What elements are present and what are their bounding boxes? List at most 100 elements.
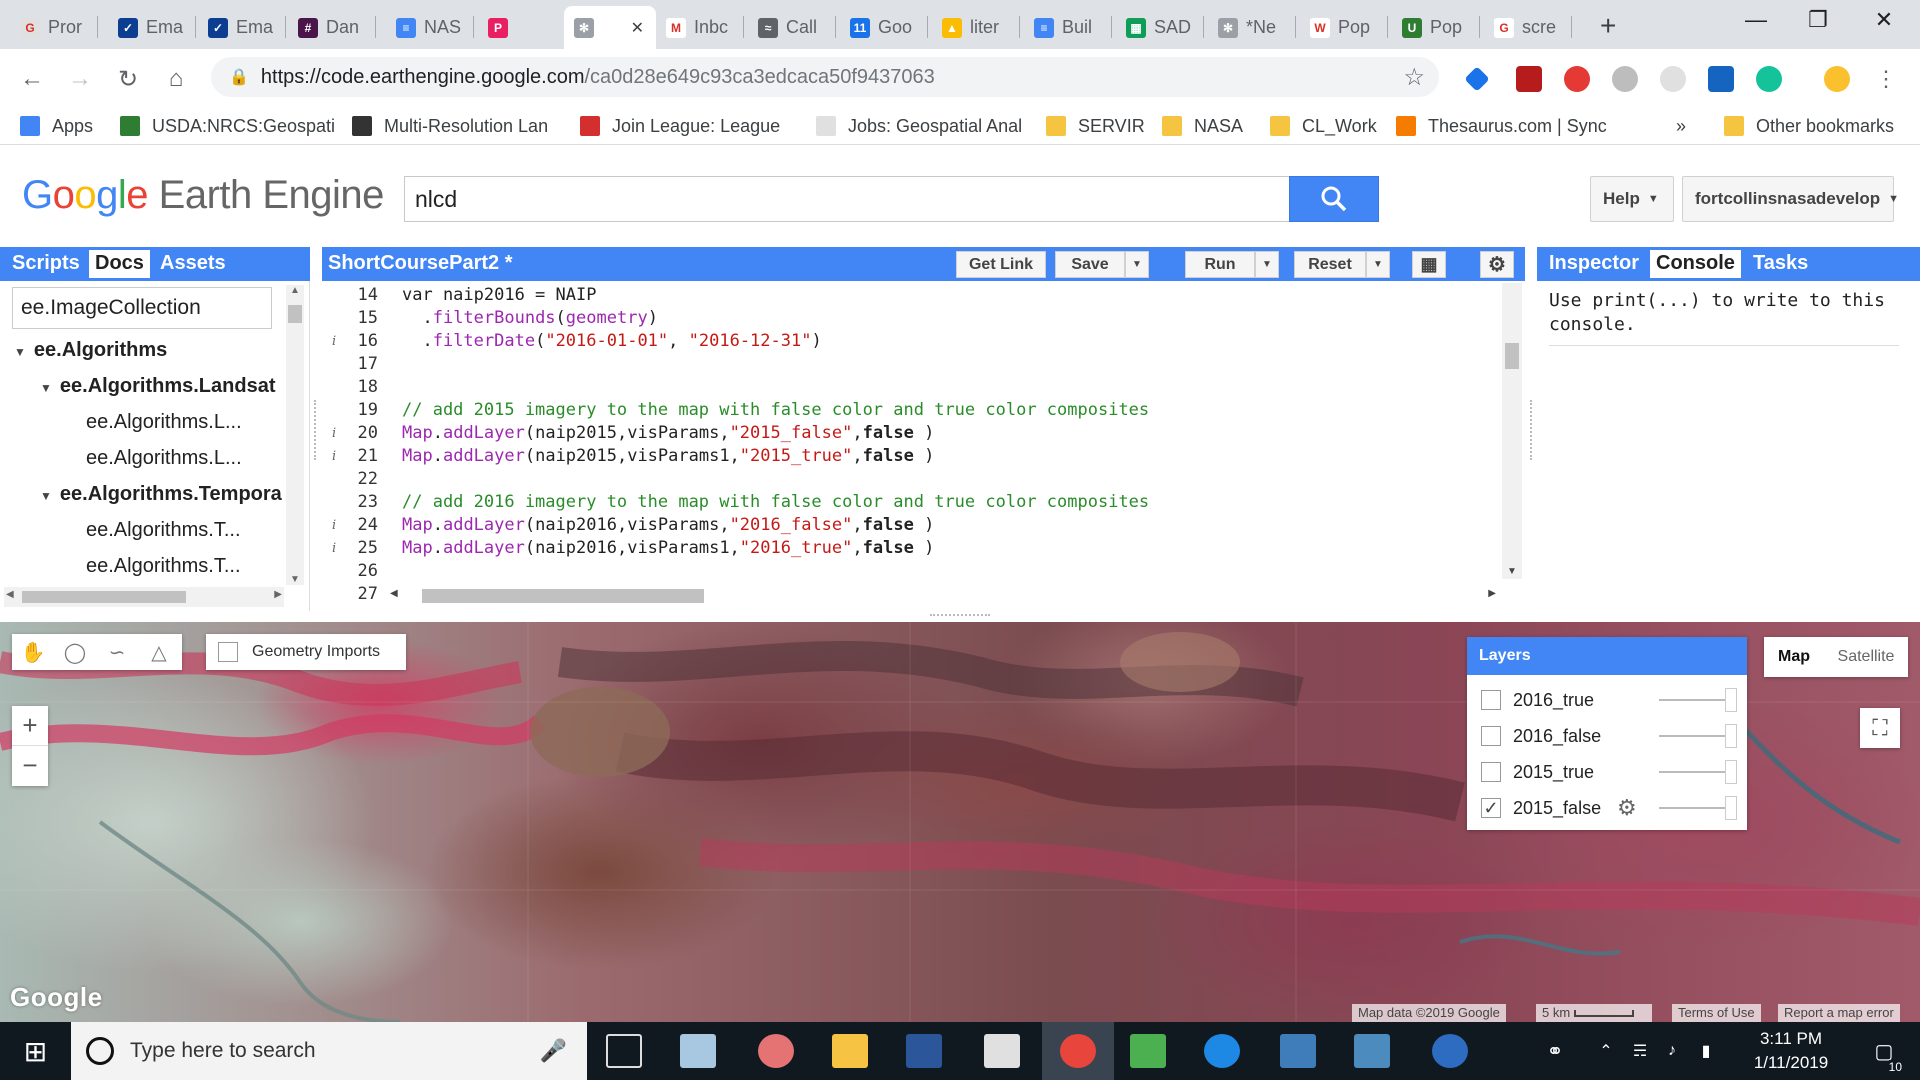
- marker-icon[interactable]: ◯: [54, 640, 96, 665]
- reset-dropdown-icon[interactable]: ▼: [1366, 251, 1390, 278]
- browser-tab[interactable]: Gscre: [1484, 6, 1572, 49]
- tab-console[interactable]: Console: [1650, 250, 1741, 278]
- browser-tab[interactable]: ✓ Ema: [198, 6, 286, 49]
- line-tool-icon[interactable]: ∽: [96, 640, 138, 665]
- browser-tab[interactable]: ▦ SAD: [1116, 6, 1204, 49]
- code-line[interactable]: Map.addLayer(naip2015,visParams,"2015_fa…: [402, 423, 934, 443]
- people-icon[interactable]: ⚭: [1540, 1022, 1570, 1080]
- app-icon[interactable]: [680, 1034, 716, 1068]
- run-button[interactable]: Run: [1185, 251, 1255, 278]
- docs-tree-item[interactable]: ▼ ee.Algorithms: [14, 339, 167, 362]
- hand-pan-icon[interactable]: ✋: [12, 640, 54, 665]
- browser-tab[interactable]: W Pop: [1300, 6, 1388, 49]
- extension-icon[interactable]: [1464, 66, 1490, 92]
- expand-arrow-icon[interactable]: ▼: [40, 489, 52, 503]
- bookmark-item[interactable]: CL_Work: [1270, 114, 1377, 138]
- layer-checkbox[interactable]: [1481, 690, 1501, 710]
- polygon-tool-icon[interactable]: △: [138, 640, 180, 665]
- close-tab-icon[interactable]: ✕: [631, 18, 644, 38]
- windows-start-icon[interactable]: ⊞: [0, 1022, 71, 1080]
- code-line[interactable]: var naip2016 = NAIP: [402, 285, 596, 305]
- bookmark-item[interactable]: NASA: [1162, 114, 1243, 138]
- adblock-icon[interactable]: [1564, 66, 1590, 92]
- editor-horizontal-scrollbar[interactable]: ◀ ▶: [382, 585, 1502, 605]
- scroll-up-icon[interactable]: ▲: [290, 285, 300, 296]
- info-marker-icon[interactable]: i: [332, 541, 336, 556]
- browser-tab[interactable]: P: [478, 6, 566, 49]
- help-button[interactable]: Help ▼: [1590, 176, 1674, 222]
- map-type-satellite-button[interactable]: Satellite: [1824, 637, 1908, 677]
- bookmark-item[interactable]: SERVIR: [1046, 114, 1145, 138]
- new-tab-button[interactable]: +: [1590, 4, 1630, 47]
- reload-icon[interactable]: ↻: [110, 61, 146, 97]
- report-map-error-link[interactable]: Report a map error: [1778, 1004, 1900, 1022]
- map-splitter[interactable]: [930, 614, 990, 618]
- code-line[interactable]: .filterDate("2016-01-01", "2016-12-31"): [402, 331, 821, 351]
- extension-icon[interactable]: [1660, 66, 1686, 92]
- browser-tab[interactable]: ≡ Buil: [1024, 6, 1112, 49]
- back-icon[interactable]: ←: [14, 61, 50, 97]
- code-line[interactable]: Map.addLayer(naip2016,visParams,"2016_fa…: [402, 515, 934, 535]
- minimize-icon[interactable]: —: [1724, 0, 1788, 40]
- bookmark-item[interactable]: Thesaurus.com | Sync: [1396, 114, 1607, 138]
- scroll-right-icon[interactable]: ▶: [1488, 588, 1496, 599]
- docs-filter-input[interactable]: ee.ImageCollection: [12, 287, 272, 329]
- code-line[interactable]: // add 2015 imagery to the map with fals…: [402, 400, 1149, 420]
- extension-icon[interactable]: [1612, 66, 1638, 92]
- browser-tab[interactable]: M Inbc: [656, 6, 744, 49]
- layer-opacity-handle[interactable]: [1725, 724, 1737, 748]
- panel-splitter[interactable]: [314, 400, 318, 460]
- info-marker-icon[interactable]: i: [332, 518, 336, 533]
- bookmark-item[interactable]: USDA:NRCS:Geospati: [120, 114, 335, 138]
- layer-opacity-handle[interactable]: [1725, 796, 1737, 820]
- word-icon[interactable]: [906, 1034, 942, 1068]
- notifications-icon[interactable]: ▢ 10: [1862, 1022, 1906, 1080]
- tab-tasks[interactable]: Tasks: [1747, 250, 1814, 278]
- scroll-left-icon[interactable]: ◀: [6, 589, 14, 600]
- geometry-imports-checkbox[interactable]: [218, 642, 238, 662]
- taskbar-search-box[interactable]: Type here to search 🎤: [71, 1022, 587, 1080]
- docs-tree-item[interactable]: ee.Algorithms.T...: [86, 555, 241, 578]
- scroll-down-icon[interactable]: ▼: [290, 574, 300, 585]
- tab-docs[interactable]: Docs: [89, 250, 150, 278]
- scroll-down-icon[interactable]: ▼: [1507, 566, 1517, 577]
- browser-tab[interactable]: ✓ Ema: [108, 6, 196, 49]
- home-icon[interactable]: ⌂: [158, 61, 194, 97]
- extension-icon[interactable]: [1708, 66, 1734, 92]
- bookmark-star-icon[interactable]: ☆: [1403, 63, 1425, 92]
- docs-tree-item[interactable]: ee.Algorithms.T...: [86, 519, 241, 542]
- battery-icon[interactable]: ▮: [1694, 1022, 1718, 1080]
- browser-tab[interactable]: ✻ ✕: [564, 6, 656, 49]
- account-button[interactable]: fortcollinsnasadevelop ▼: [1682, 176, 1899, 222]
- search-button[interactable]: [1289, 176, 1379, 222]
- docs-tree-item[interactable]: ee.Algorithms.L...: [86, 447, 242, 470]
- chevron-up-icon[interactable]: ⌃: [1596, 1022, 1616, 1080]
- address-bar[interactable]: 🔒 https://code.earthengine.google.com/ca…: [211, 57, 1439, 97]
- layer-checkbox[interactable]: [1481, 726, 1501, 746]
- scrollbar-thumb[interactable]: [22, 591, 186, 603]
- docs-horizontal-scrollbar[interactable]: ◀ ▶: [4, 587, 284, 607]
- gee-logo[interactable]: Google Earth Engine: [22, 173, 384, 218]
- code-editor[interactable]: 14 15 16 i 17 18 19 20 i 21 i 22 23 24 i 25 i 26 27 var na…: [322, 281, 1525, 611]
- code-line[interactable]: Map.addLayer(naip2016,visParams1,"2016_t…: [402, 538, 934, 558]
- close-window-icon[interactable]: ✕: [1852, 0, 1916, 40]
- task-view-icon[interactable]: [606, 1034, 642, 1068]
- reset-button[interactable]: Reset: [1294, 251, 1366, 278]
- bookmark-item[interactable]: Join League: League: [580, 114, 780, 138]
- info-marker-icon[interactable]: i: [332, 334, 336, 349]
- taskbar-active-app[interactable]: [1042, 1022, 1114, 1080]
- code-line[interactable]: Map.addLayer(naip2015,visParams1,"2015_t…: [402, 446, 934, 466]
- scale-bar[interactable]: 5 km: [1536, 1004, 1652, 1022]
- run-dropdown-icon[interactable]: ▼: [1255, 251, 1279, 278]
- grammarly-icon[interactable]: [1756, 66, 1782, 92]
- bookmarks-more-button[interactable]: »: [1676, 114, 1686, 138]
- forward-icon[interactable]: →: [62, 61, 98, 97]
- layer-opacity-slider[interactable]: [1659, 735, 1729, 737]
- layer-opacity-slider[interactable]: [1659, 807, 1729, 809]
- tab-inspector[interactable]: Inspector: [1543, 250, 1645, 278]
- scrollbar-thumb[interactable]: [288, 305, 302, 323]
- layer-opacity-handle[interactable]: [1725, 688, 1737, 712]
- layer-checkbox[interactable]: ✓: [1481, 798, 1501, 818]
- app-icon[interactable]: [758, 1034, 794, 1068]
- restore-icon[interactable]: ❐: [1786, 0, 1850, 40]
